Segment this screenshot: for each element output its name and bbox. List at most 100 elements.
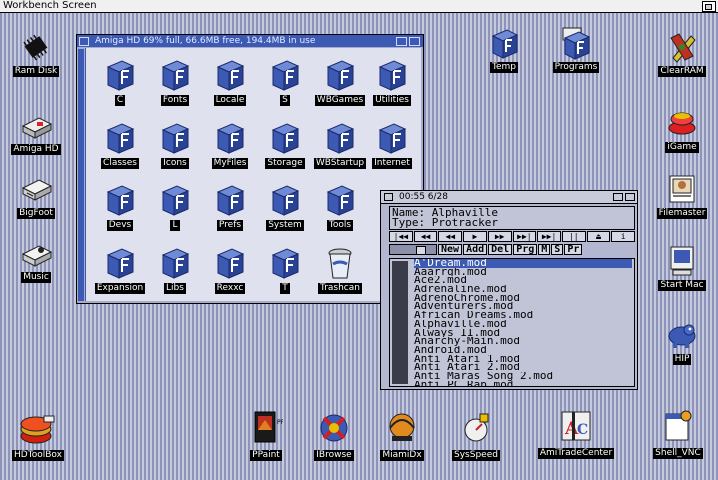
drawer-icon-c[interactable]: C	[92, 56, 148, 106]
desk-icon-hdtoolbox[interactable]: HDToolBox	[0, 412, 78, 461]
desk-icon-igame[interactable]: iGame	[646, 106, 718, 153]
drawer-icon	[271, 185, 300, 216]
pause-button[interactable]: ||	[561, 231, 586, 242]
drawer-icon-fonts[interactable]: Fonts	[147, 56, 203, 106]
desk-icon-label: Start Mac	[658, 280, 706, 291]
desk-icon-bigfoot[interactable]: BigFoot	[0, 172, 72, 219]
file-list-item[interactable]: Anti Atari 1.mod	[414, 355, 632, 364]
drawer-icon-icons[interactable]: Icons	[147, 119, 203, 169]
drawer-icon-wbstartup[interactable]: WBStartup	[312, 119, 368, 169]
rewind-button[interactable]: ◀◀	[413, 231, 438, 242]
drawer-icon-wbgames[interactable]: WBGames	[312, 56, 368, 106]
zoom-gadget-icon[interactable]	[396, 37, 407, 46]
prev-button[interactable]: ◀◀	[438, 231, 463, 242]
close-gadget-icon[interactable]	[384, 193, 393, 201]
mac-icon	[670, 246, 694, 276]
file-list-item[interactable]: Adrenaline.mod	[414, 285, 632, 294]
drawer-icon-classes[interactable]: Classes	[92, 119, 148, 169]
desk-icon-clearram[interactable]: ClearRAM	[646, 30, 718, 77]
desk-icon-ram-disk[interactable]: Ram Disk	[0, 30, 72, 77]
drawer-icon-label: C	[114, 95, 126, 106]
desk-icon-programs[interactable]: Programs	[540, 26, 612, 73]
desk-icon-hip[interactable]: HIP	[646, 318, 718, 365]
drawer-icon-s[interactable]: S	[257, 56, 313, 106]
file-list-item[interactable]: A'Dream.mod	[414, 259, 632, 268]
depth-gadget-icon[interactable]	[625, 193, 635, 201]
drawer-icon-system[interactable]: System	[257, 181, 313, 231]
pr-button[interactable]: Pr	[564, 244, 583, 255]
desk-icon-amitradecenter[interactable]: A C AmiTradeCenter	[536, 408, 616, 459]
volume-slider[interactable]	[389, 244, 437, 255]
desk-icon-filemaster[interactable]: Filemaster	[646, 172, 718, 219]
drawer-icon-expansion[interactable]: Expansion	[92, 244, 148, 294]
desk-icon-amiga-hd[interactable]: Amiga HD	[0, 108, 72, 155]
desk-icon-miamidx[interactable]: MiamiDx	[362, 410, 442, 461]
file-list-item[interactable]: Anti PC Rap.mod	[414, 381, 632, 386]
module-player-window[interactable]: 00:55 6/28 Name: Alphaville Type: Protra…	[380, 190, 638, 390]
drawer-icon-l[interactable]: L	[147, 181, 203, 231]
hippo-icon	[668, 324, 696, 348]
file-list-item[interactable]: Always II.mod	[414, 329, 632, 338]
drawer-icon-libs[interactable]: Libs	[147, 244, 203, 294]
last-track-button[interactable]: ▶▶|	[537, 231, 561, 242]
file-list-item[interactable]: Adventurers.mod	[414, 302, 632, 311]
desk-icon-shell-vnc[interactable]: Shell_VNC	[638, 408, 718, 459]
drawer-icon-locale[interactable]: Locale	[202, 56, 258, 106]
drawer-window-amiga-hd[interactable]: Amiga HD 69% full, 66.6MB free, 194.4MB …	[76, 34, 424, 304]
play-button[interactable]: ▶	[463, 231, 487, 242]
next-button[interactable]: ▶▶|	[512, 231, 537, 242]
drawer-icon-internet[interactable]: Internet	[364, 119, 420, 169]
drawer-icon-tools[interactable]: Tools	[312, 181, 368, 231]
prg-button[interactable]: Prg	[513, 244, 538, 255]
drawer-icon-label: L	[170, 220, 180, 231]
drawer-icon-utilities[interactable]: Utilities	[364, 56, 420, 106]
drawer-icon	[491, 29, 519, 59]
forward-button[interactable]: ▶▶	[487, 231, 512, 242]
desk-icon-music[interactable]: Music	[0, 236, 72, 283]
drawer-icon-label: Rexxc	[214, 283, 246, 294]
drawer-icon-trashcan[interactable]: Trashcan	[312, 244, 368, 294]
desk-icon-sysspeed[interactable]: SysSpeed	[436, 410, 516, 461]
screen-depth-gadget[interactable]	[702, 1, 716, 12]
file-list-item[interactable]: Alphaville.mod	[414, 320, 632, 329]
depth-gadget-icon[interactable]	[409, 37, 420, 46]
file-list-item[interactable]: Anti Atari 2.mod	[414, 363, 632, 372]
drawer-icon-rexxc[interactable]: Rexxc	[202, 244, 258, 294]
zoom-gadget-icon[interactable]	[613, 193, 623, 201]
drawer-icon-devs[interactable]: Devs	[92, 181, 148, 231]
desk-icon-start-mac[interactable]: Start Mac	[646, 244, 718, 291]
info-button[interactable]: i	[611, 231, 636, 242]
file-list-item[interactable]: Android.mod	[414, 346, 632, 355]
desk-icon-label: Temp	[490, 62, 518, 73]
chip-icon	[23, 34, 48, 61]
file-list-item[interactable]: Anarchy-Main.mod	[414, 337, 632, 346]
file-list-item[interactable]: Ace2.mod	[414, 276, 632, 285]
drawer-icon-label: Utilities	[373, 95, 411, 106]
first-track-button[interactable]: |◀◀	[389, 231, 413, 242]
file-list-scrollbar[interactable]	[392, 261, 408, 384]
player-titlebar[interactable]: 00:55 6/28	[381, 191, 637, 204]
drawer-vertical-scrollbar[interactable]	[78, 49, 84, 301]
drawer-icon-label: WBStartup	[313, 158, 367, 169]
s-button[interactable]: S	[551, 244, 564, 255]
screen-titlebar[interactable]: Workbench Screen	[0, 0, 718, 13]
file-list-item[interactable]: Anti Maras Song 2.mod	[414, 372, 632, 381]
joystick-icon	[668, 112, 696, 135]
desk-icon-temp[interactable]: Temp	[468, 26, 540, 73]
file-list-item[interactable]: African Dreams.mod	[414, 311, 632, 320]
drawer-icon-label: WBGames	[314, 95, 366, 106]
add-button[interactable]: Add	[463, 244, 488, 255]
new-button[interactable]: New	[438, 244, 463, 255]
del-button[interactable]: Del	[488, 244, 513, 255]
close-gadget-icon[interactable]	[79, 37, 89, 46]
drawer-icon-t[interactable]: T	[257, 244, 313, 294]
drawer-icon-myfiles[interactable]: MyFiles	[202, 119, 258, 169]
file-list-item[interactable]: Aaarrgh.mod	[414, 268, 632, 277]
drawer-window-titlebar[interactable]: Amiga HD 69% full, 66.6MB free, 194.4MB …	[77, 35, 423, 47]
drawer-icon-prefs[interactable]: Prefs	[202, 181, 258, 231]
m-button[interactable]: M	[538, 244, 551, 255]
drawer-icon-storage[interactable]: Storage	[257, 119, 313, 169]
eject-button[interactable]: ⏏	[586, 231, 611, 242]
file-list-item[interactable]: AdrenoChrome.mod	[414, 294, 632, 303]
module-file-list[interactable]: A'Dream.mod Aaarrgh.mod Ace2.mod Adrenaline…	[389, 258, 635, 387]
